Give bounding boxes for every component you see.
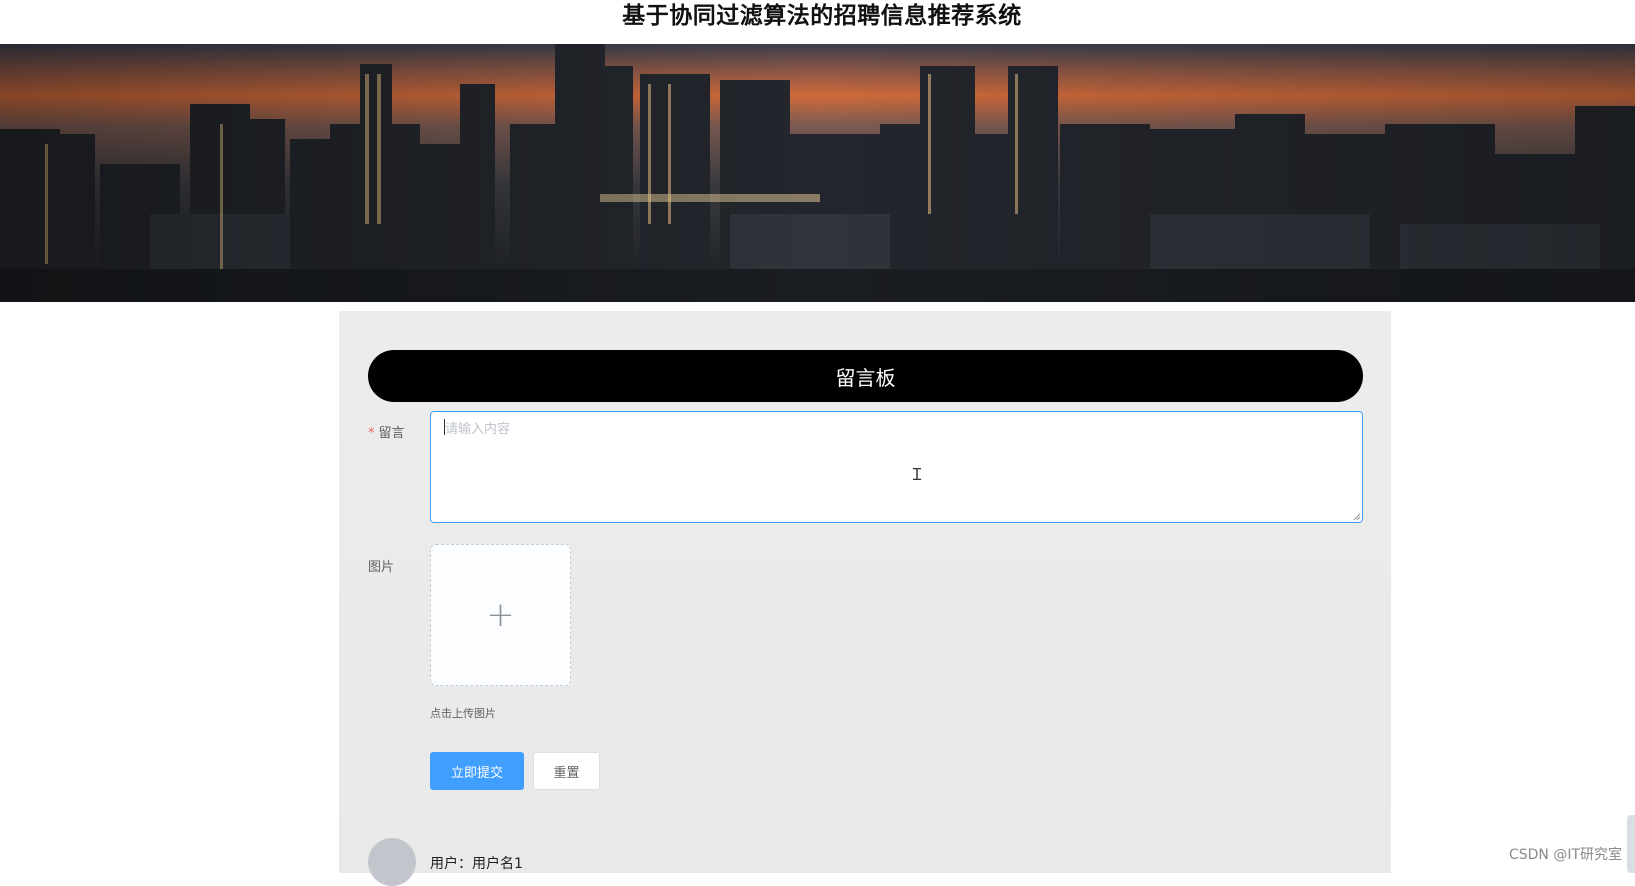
message-board-panel: 留言板 * 留言 请输入内容 Ｉ 图片 + 点击上传图片 立即提交 重置 用户：用… [339, 311, 1391, 886]
city-skyline-image [0, 44, 1635, 302]
text-cursor-icon: Ｉ [909, 465, 926, 484]
submit-button[interactable]: 立即提交 [430, 752, 524, 790]
resize-handle-icon[interactable] [1353, 513, 1361, 521]
comment-user: 用户：用户名1 [430, 856, 523, 872]
message-textarea[interactable] [430, 411, 1363, 523]
message-label-text: 留言 [378, 426, 405, 441]
image-label: 图片 [368, 560, 395, 575]
upload-tip: 点击上传图片 [430, 707, 496, 720]
site-title: 基于协同过滤算法的招聘信息推荐系统 [622, 3, 1022, 29]
required-mark: * [368, 426, 375, 441]
site-header: 基于协同过滤算法的招聘信息推荐系统 [0, 0, 1635, 44]
text-caret [444, 419, 445, 435]
message-board-title: 留言板 [368, 350, 1363, 402]
banner-carousel[interactable] [0, 44, 1635, 302]
image-upload-box[interactable]: + [430, 544, 571, 686]
watermark: CSDN @IT研究室 [1508, 847, 1622, 863]
avatar [368, 838, 416, 886]
reset-button[interactable]: 重置 [533, 752, 600, 790]
scrollbar-edge[interactable] [1627, 815, 1635, 873]
message-label: * 留言 [368, 422, 405, 441]
plus-icon: + [486, 595, 515, 635]
